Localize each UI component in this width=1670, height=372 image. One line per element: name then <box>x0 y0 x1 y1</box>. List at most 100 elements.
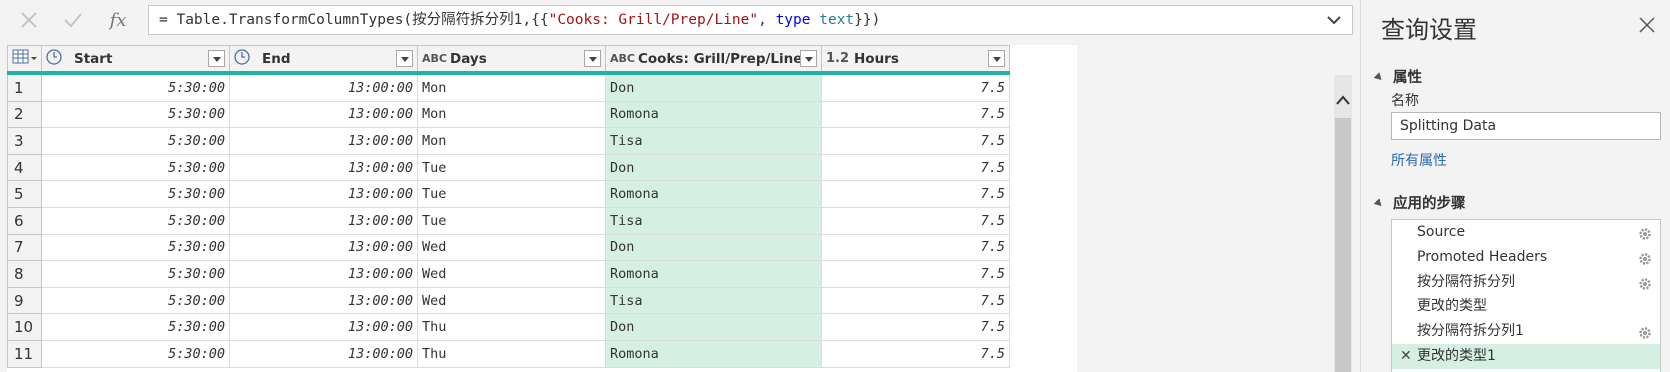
row-number[interactable]: 5 <box>7 180 42 208</box>
function-icon[interactable]: fx <box>103 6 133 34</box>
table-row[interactable]: 3 5:30:00 13:00:00 Mon Tisa 7.5 <box>7 127 1010 155</box>
column-header-days[interactable]: ABC Days <box>417 45 606 75</box>
cell-days[interactable]: Thu <box>417 339 606 368</box>
row-number[interactable]: 9 <box>7 286 42 315</box>
cell-hours[interactable]: 7.5 <box>821 100 1010 129</box>
cell-start[interactable]: 5:30:00 <box>41 127 230 155</box>
row-number[interactable]: 11 <box>7 339 42 368</box>
cell-end[interactable]: 13:00:00 <box>229 233 418 262</box>
cell-end[interactable]: 13:00:00 <box>229 180 418 208</box>
gear-icon[interactable] <box>1638 275 1652 290</box>
formula-input[interactable]: = Table.TransformColumnTypes(按分隔符拆分列1,{{… <box>148 5 1353 35</box>
cell-hours[interactable]: 7.5 <box>821 127 1010 155</box>
row-number[interactable]: 6 <box>7 206 42 235</box>
gear-icon[interactable] <box>1638 324 1652 339</box>
applied-step-item[interactable]: Promoted Headers <box>1392 245 1660 270</box>
cell-start[interactable]: 5:30:00 <box>41 233 230 262</box>
cell-hours[interactable]: 7.5 <box>821 313 1010 341</box>
table-row[interactable]: 1 5:30:00 13:00:00 Mon Don 7.5 <box>7 72 1010 102</box>
column-header-hours[interactable]: 1.2 Hours <box>821 45 1010 75</box>
gear-icon[interactable] <box>1638 225 1652 240</box>
row-number[interactable]: 8 <box>7 260 42 288</box>
table-row[interactable]: 9 5:30:00 13:00:00 Wed Tisa 7.5 <box>7 286 1010 315</box>
filter-dropdown-button[interactable] <box>396 50 413 67</box>
table-row[interactable]: 8 5:30:00 13:00:00 Wed Romona 7.5 <box>7 260 1010 288</box>
cell-end[interactable]: 13:00:00 <box>229 153 418 182</box>
properties-section-header[interactable]: 属性 <box>1373 66 1422 87</box>
table-row[interactable]: 10 5:30:00 13:00:00 Thu Don 7.5 <box>7 313 1010 341</box>
table-row[interactable]: 5 5:30:00 13:00:00 Tue Romona 7.5 <box>7 180 1010 208</box>
cell-start[interactable]: 5:30:00 <box>41 260 230 288</box>
cell-end[interactable]: 13:00:00 <box>229 206 418 235</box>
cell-days[interactable]: Mon <box>417 127 606 155</box>
row-number[interactable]: 10 <box>7 313 42 341</box>
cell-end[interactable]: 13:00:00 <box>229 339 418 368</box>
cell-hours[interactable]: 7.5 <box>821 153 1010 182</box>
cell-start[interactable]: 5:30:00 <box>41 100 230 129</box>
cell-days[interactable]: Wed <box>417 286 606 315</box>
cell-start[interactable]: 5:30:00 <box>41 180 230 208</box>
table-row[interactable]: 7 5:30:00 13:00:00 Wed Don 7.5 <box>7 233 1010 262</box>
filter-dropdown-button[interactable] <box>800 50 817 67</box>
chevron-down-icon[interactable] <box>1324 10 1344 30</box>
column-header-end[interactable]: End <box>229 45 418 75</box>
scroll-up-icon[interactable] <box>1334 88 1352 112</box>
cell-days[interactable]: Mon <box>417 72 606 102</box>
cell-days[interactable]: Tue <box>417 153 606 182</box>
cell-end[interactable]: 13:00:00 <box>229 313 418 341</box>
cell-cooks[interactable]: Tisa <box>605 127 822 155</box>
cell-cooks[interactable]: Romona <box>605 100 822 129</box>
gear-icon[interactable] <box>1638 250 1652 265</box>
table-row[interactable]: 2 5:30:00 13:00:00 Mon Romona 7.5 <box>7 100 1010 129</box>
cell-cooks[interactable]: Don <box>605 233 822 262</box>
cell-hours[interactable]: 7.5 <box>821 339 1010 368</box>
column-header-start[interactable]: Start <box>41 45 230 75</box>
table-row[interactable]: 11 5:30:00 13:00:00 Thu Romona 7.5 <box>7 339 1010 368</box>
cell-cooks[interactable]: Tisa <box>605 286 822 315</box>
row-number[interactable]: 7 <box>7 233 42 262</box>
filter-dropdown-button[interactable] <box>208 50 225 67</box>
cell-hours[interactable]: 7.5 <box>821 286 1010 315</box>
table-menu-icon[interactable] <box>7 45 42 75</box>
cell-start[interactable]: 5:30:00 <box>41 286 230 315</box>
applied-step-item[interactable]: ✕ 更改的类型1 <box>1392 343 1660 369</box>
applied-step-item[interactable]: 按分隔符拆分列1 <box>1392 319 1660 344</box>
cell-days[interactable]: Tue <box>417 180 606 208</box>
cell-start[interactable]: 5:30:00 <box>41 206 230 235</box>
column-header-cooks[interactable]: ABC Cooks: Grill/Prep/Line <box>605 45 822 75</box>
delete-step-icon[interactable]: ✕ <box>1400 344 1412 369</box>
row-number[interactable]: 2 <box>7 100 42 129</box>
cell-cooks[interactable]: Romona <box>605 339 822 368</box>
table-row[interactable]: 4 5:30:00 13:00:00 Tue Don 7.5 <box>7 153 1010 182</box>
cell-days[interactable]: Wed <box>417 260 606 288</box>
cell-cooks[interactable]: Don <box>605 72 822 102</box>
cell-days[interactable]: Tue <box>417 206 606 235</box>
cell-start[interactable]: 5:30:00 <box>41 339 230 368</box>
cancel-icon[interactable] <box>14 6 44 34</box>
cell-cooks[interactable]: Tisa <box>605 206 822 235</box>
row-number[interactable]: 3 <box>7 127 42 155</box>
cell-cooks[interactable]: Romona <box>605 180 822 208</box>
applied-step-item[interactable]: Source <box>1392 220 1660 245</box>
cell-hours[interactable]: 7.5 <box>821 180 1010 208</box>
commit-icon[interactable] <box>58 6 88 34</box>
cell-end[interactable]: 13:00:00 <box>229 72 418 102</box>
cell-cooks[interactable]: Don <box>605 313 822 341</box>
cell-end[interactable]: 13:00:00 <box>229 286 418 315</box>
applied-step-item[interactable]: 按分隔符拆分列 <box>1392 270 1660 295</box>
row-number[interactable]: 1 <box>7 72 42 102</box>
all-properties-link[interactable]: 所有属性 <box>1391 150 1447 170</box>
row-number[interactable]: 4 <box>7 153 42 182</box>
cell-end[interactable]: 13:00:00 <box>229 127 418 155</box>
filter-dropdown-button[interactable] <box>584 50 601 67</box>
table-row[interactable]: 6 5:30:00 13:00:00 Tue Tisa 7.5 <box>7 206 1010 235</box>
close-icon[interactable] <box>1638 16 1658 36</box>
filter-dropdown-button[interactable] <box>988 50 1005 67</box>
cell-cooks[interactable]: Romona <box>605 260 822 288</box>
query-name-input[interactable] <box>1391 112 1661 140</box>
cell-hours[interactable]: 7.5 <box>821 233 1010 262</box>
cell-end[interactable]: 13:00:00 <box>229 100 418 129</box>
cell-days[interactable]: Wed <box>417 233 606 262</box>
applied-steps-section-header[interactable]: 应用的步骤 <box>1373 192 1466 213</box>
cell-hours[interactable]: 7.5 <box>821 260 1010 288</box>
